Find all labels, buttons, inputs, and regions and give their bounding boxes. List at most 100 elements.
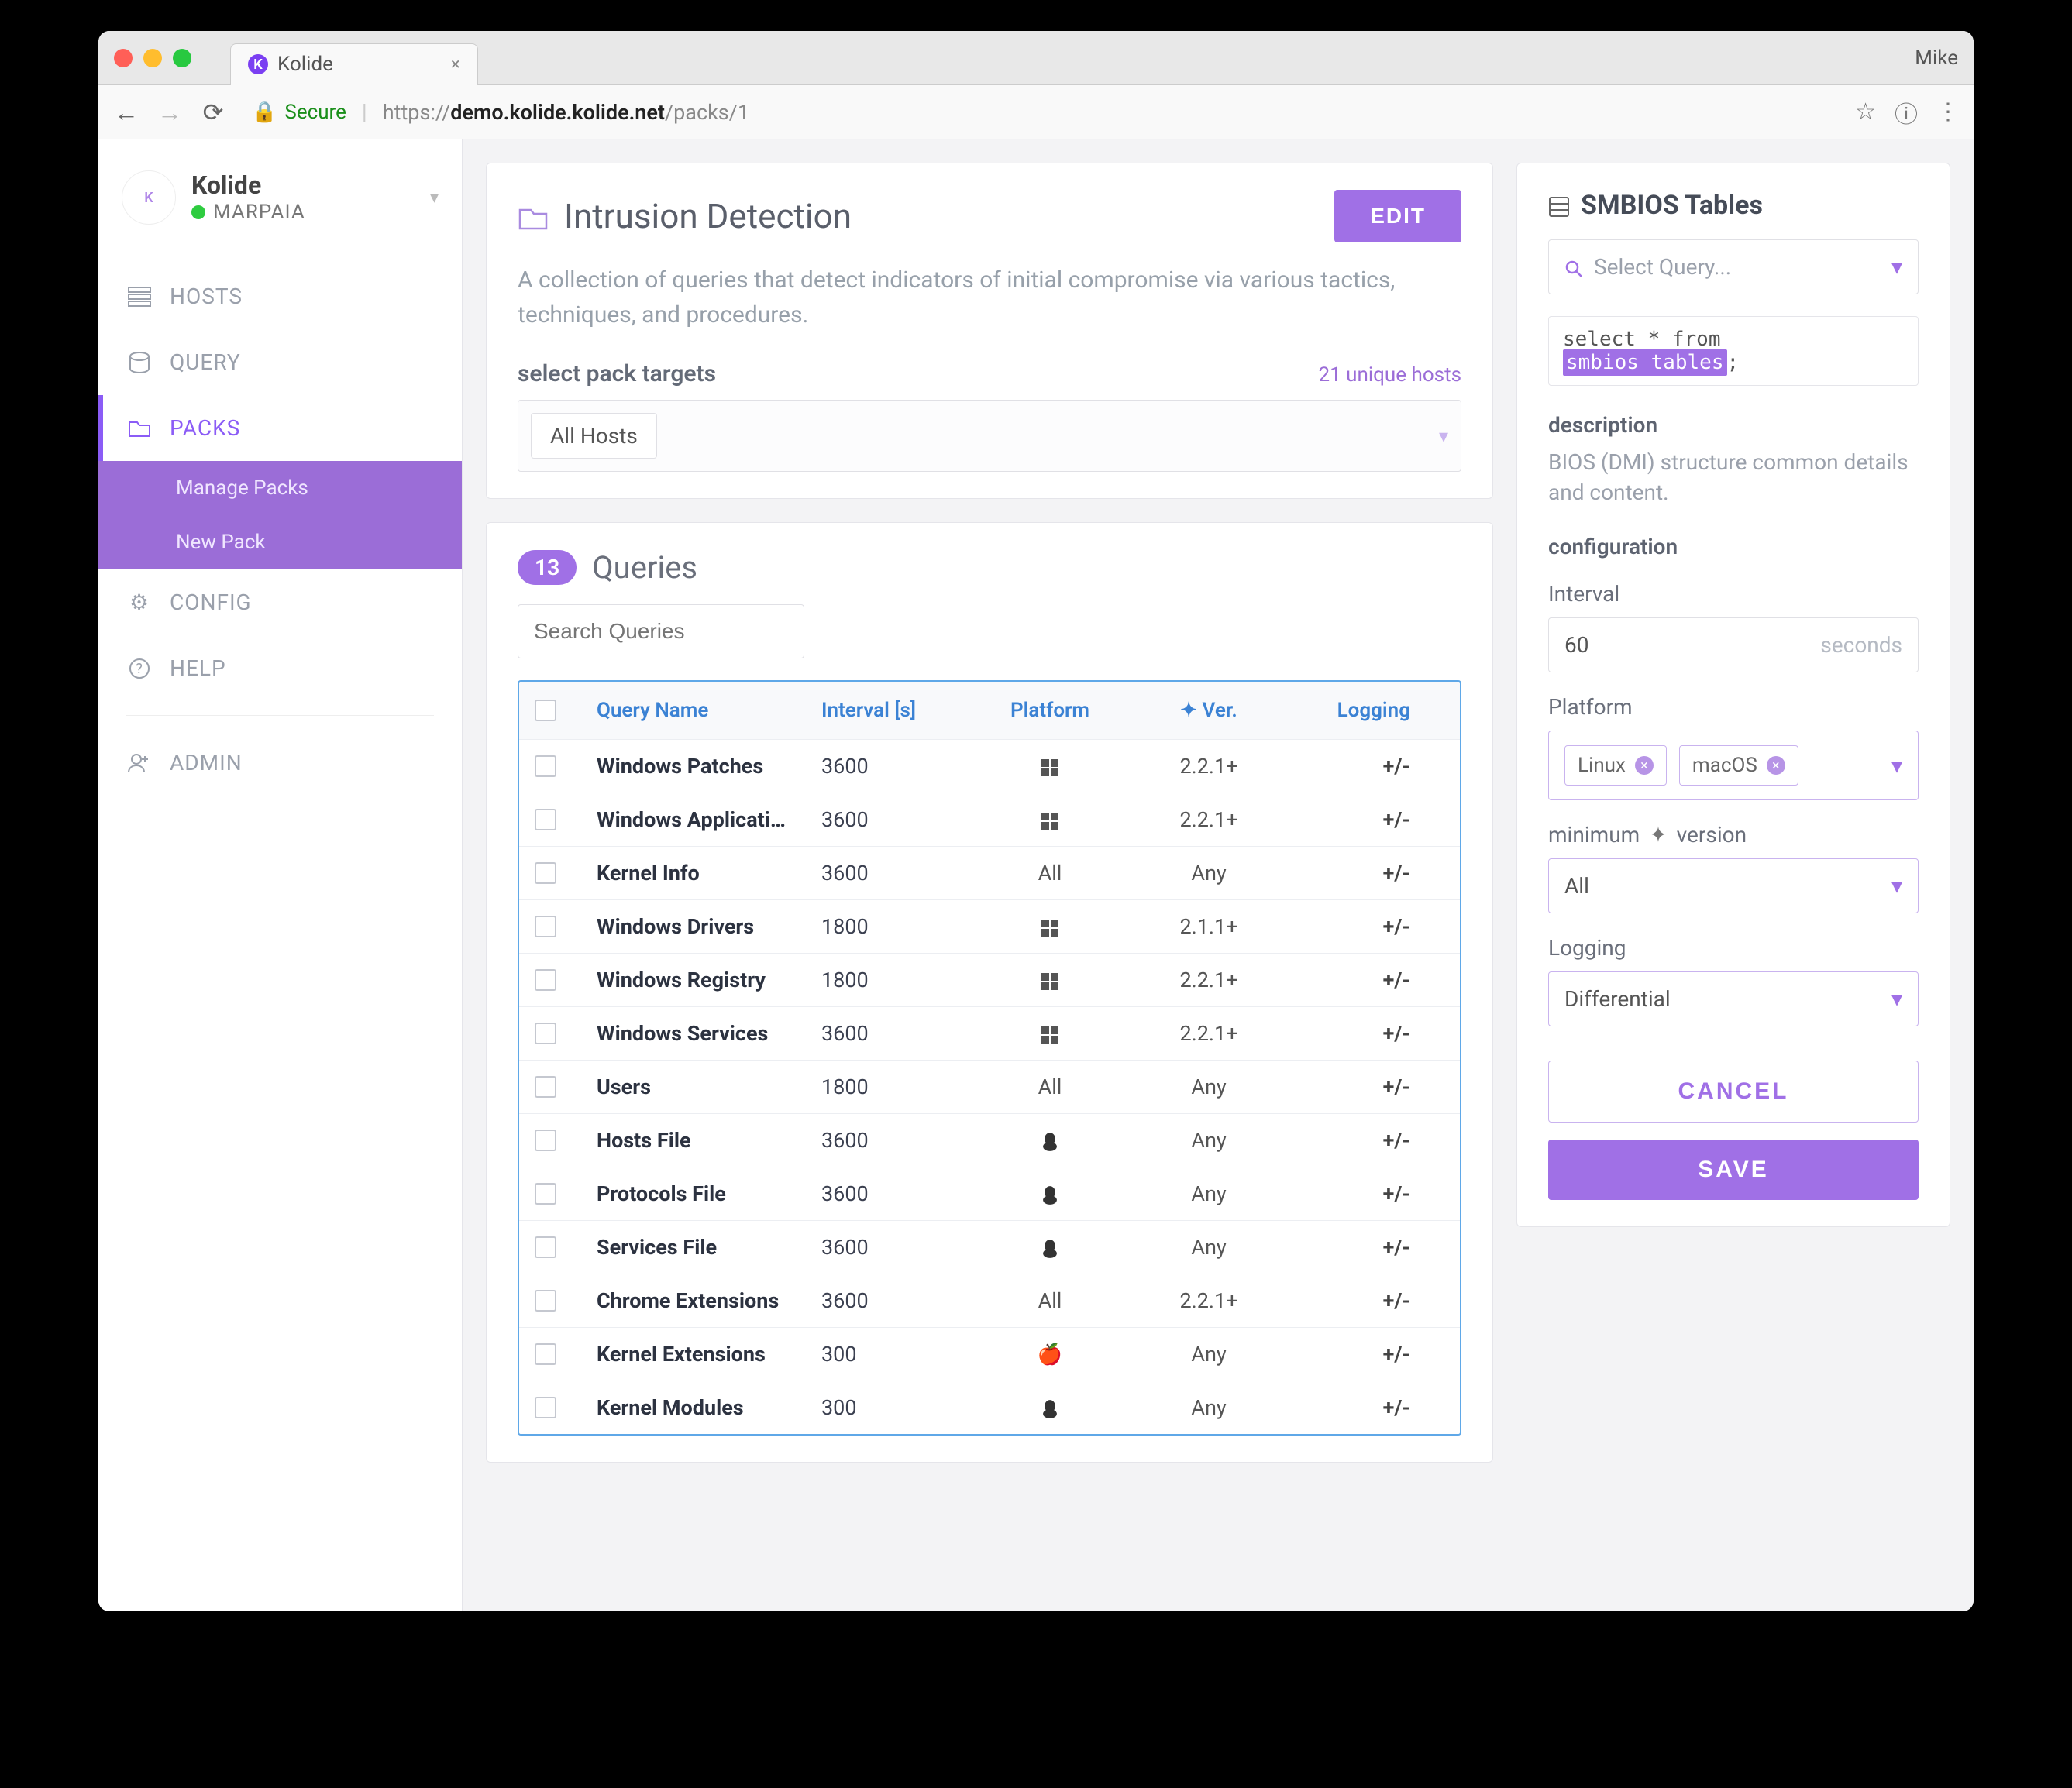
app: K Kolide MARPAIA ▾ HOSTS bbox=[98, 139, 1974, 1611]
remove-chip-icon[interactable]: × bbox=[1767, 756, 1785, 775]
remove-chip-icon[interactable]: × bbox=[1635, 756, 1654, 775]
url-text[interactable]: https://demo.kolide.kolide.net/packs/1 bbox=[383, 100, 749, 125]
col-version[interactable]: ✦ Ver. bbox=[1131, 699, 1286, 722]
pack-header-panel: Intrusion Detection EDIT A collection of… bbox=[486, 163, 1493, 499]
select-placeholder: Select Query... bbox=[1594, 254, 1731, 280]
table-row[interactable]: Windows Registry18002.2.1++/- bbox=[519, 953, 1460, 1006]
min-version-prefix: minimum bbox=[1548, 822, 1640, 848]
row-checkbox[interactable] bbox=[535, 755, 556, 777]
save-button[interactable]: SAVE bbox=[1548, 1140, 1919, 1200]
query-platform bbox=[969, 968, 1131, 992]
query-name: Kernel Modules bbox=[597, 1395, 821, 1420]
secure-indicator[interactable]: 🔒 Secure bbox=[252, 101, 346, 124]
query-logging: +/- bbox=[1286, 807, 1418, 832]
query-interval: 1800 bbox=[821, 968, 969, 992]
edit-button[interactable]: EDIT bbox=[1334, 190, 1461, 242]
col-interval[interactable]: Interval [s] bbox=[821, 699, 969, 722]
row-checkbox[interactable] bbox=[535, 1023, 556, 1044]
table-row[interactable]: Kernel Extensions300🍎Any+/- bbox=[519, 1327, 1460, 1381]
minimize-window-icon[interactable] bbox=[143, 49, 162, 67]
browser-profile[interactable]: Mike bbox=[1915, 46, 1958, 70]
folder-icon bbox=[518, 198, 549, 235]
table-row[interactable]: Windows Services36002.2.1++/- bbox=[519, 1006, 1460, 1060]
subnav-new-pack[interactable]: New Pack bbox=[98, 515, 462, 569]
back-icon[interactable]: ← bbox=[112, 98, 140, 127]
query-version: 2.1.1+ bbox=[1131, 914, 1286, 939]
nav-packs[interactable]: PACKS bbox=[98, 395, 462, 461]
table-row[interactable]: Services File3600Any+/- bbox=[519, 1220, 1460, 1274]
tab-close-icon[interactable]: × bbox=[451, 55, 460, 74]
query-logging: +/- bbox=[1286, 861, 1418, 885]
table-row[interactable]: Windows Applicati…36002.2.1++/- bbox=[519, 793, 1460, 846]
targets-input[interactable]: All Hosts ▾ bbox=[518, 400, 1461, 472]
nav-help[interactable]: ? HELP bbox=[98, 635, 462, 701]
query-interval: 3600 bbox=[821, 1128, 969, 1153]
query-name: Windows Services bbox=[597, 1021, 821, 1046]
close-window-icon[interactable] bbox=[114, 49, 133, 67]
row-checkbox[interactable] bbox=[535, 1183, 556, 1205]
chevron-down-icon[interactable]: ▾ bbox=[430, 188, 439, 208]
browser-window: K Kolide × Mike ← → ⟳ 🔒 Secure | https:/… bbox=[98, 31, 1974, 1611]
info-icon[interactable]: ⓘ bbox=[1895, 95, 1918, 129]
forward-icon[interactable]: → bbox=[156, 98, 184, 127]
query-platform bbox=[969, 754, 1131, 779]
row-checkbox[interactable] bbox=[535, 809, 556, 830]
interval-input[interactable]: 60 seconds bbox=[1548, 617, 1919, 672]
table-row[interactable]: Kernel Modules300Any+/- bbox=[519, 1381, 1460, 1434]
platform-chip[interactable]: Linux× bbox=[1564, 745, 1667, 786]
platform-input[interactable]: Linux×macOS× ▾ bbox=[1548, 731, 1919, 800]
row-checkbox[interactable] bbox=[535, 1397, 556, 1418]
query-name: Kernel Info bbox=[597, 861, 821, 885]
query-version: Any bbox=[1131, 1128, 1286, 1153]
brand[interactable]: K Kolide MARPAIA ▾ bbox=[98, 163, 462, 248]
search-queries-input[interactable] bbox=[518, 604, 804, 658]
row-checkbox[interactable] bbox=[535, 1236, 556, 1258]
brand-org: MARPAIA bbox=[213, 201, 305, 225]
subnav-manage-packs[interactable]: Manage Packs bbox=[98, 461, 462, 515]
row-checkbox[interactable] bbox=[535, 1343, 556, 1365]
bookmark-icon[interactable]: ☆ bbox=[1855, 98, 1876, 126]
reload-icon[interactable]: ⟳ bbox=[199, 98, 227, 127]
query-logging: +/- bbox=[1286, 754, 1418, 779]
nav-admin[interactable]: ADMIN bbox=[98, 730, 462, 796]
row-checkbox[interactable] bbox=[535, 1290, 556, 1312]
config-icon: ⚙ bbox=[126, 592, 153, 614]
col-logging[interactable]: Logging bbox=[1286, 699, 1418, 722]
query-logging: +/- bbox=[1286, 1021, 1418, 1046]
query-interval: 3600 bbox=[821, 754, 969, 779]
chevron-down-icon[interactable]: ▾ bbox=[1439, 425, 1448, 447]
query-logging: +/- bbox=[1286, 1395, 1418, 1420]
browser-menu-icon[interactable]: ⋮ bbox=[1936, 98, 1960, 126]
select-query-dropdown[interactable]: Select Query... ▾ bbox=[1548, 239, 1919, 294]
brand-name: Kolide bbox=[191, 170, 305, 200]
table-row[interactable]: Hosts File3600Any+/- bbox=[519, 1113, 1460, 1167]
platform-chip[interactable]: macOS× bbox=[1679, 745, 1798, 786]
select-all-checkbox[interactable] bbox=[535, 700, 556, 721]
table-row[interactable]: Kernel Info3600AllAny+/- bbox=[519, 846, 1460, 899]
table-row[interactable]: Protocols File3600Any+/- bbox=[519, 1167, 1460, 1220]
row-checkbox[interactable] bbox=[535, 862, 556, 884]
row-checkbox[interactable] bbox=[535, 1130, 556, 1151]
nav-hosts[interactable]: HOSTS bbox=[98, 263, 462, 329]
table-row[interactable]: Windows Drivers18002.1.1++/- bbox=[519, 899, 1460, 953]
cancel-button[interactable]: CANCEL bbox=[1548, 1061, 1919, 1123]
table-row[interactable]: Users1800AllAny+/- bbox=[519, 1060, 1460, 1113]
row-checkbox[interactable] bbox=[535, 916, 556, 937]
osquery-icon: ✦ bbox=[1649, 822, 1667, 848]
row-checkbox[interactable] bbox=[535, 969, 556, 991]
col-platform[interactable]: Platform bbox=[969, 699, 1131, 722]
nav-query[interactable]: QUERY bbox=[98, 329, 462, 395]
query-version: 2.2.1+ bbox=[1131, 807, 1286, 832]
row-checkbox[interactable] bbox=[535, 1076, 556, 1098]
target-chip[interactable]: All Hosts bbox=[531, 413, 657, 459]
col-name[interactable]: Query Name bbox=[597, 699, 821, 722]
query-logging: +/- bbox=[1286, 1342, 1418, 1367]
min-version-select[interactable]: All ▾ bbox=[1548, 858, 1919, 913]
logging-select[interactable]: Differential ▾ bbox=[1548, 971, 1919, 1026]
maximize-window-icon[interactable] bbox=[173, 49, 191, 67]
nav-config[interactable]: ⚙ CONFIG bbox=[98, 569, 462, 635]
table-row[interactable]: Windows Patches36002.2.1++/- bbox=[519, 739, 1460, 793]
table-header: Query Name Interval [s] Platform ✦ Ver. … bbox=[519, 682, 1460, 739]
browser-tab[interactable]: K Kolide × bbox=[230, 43, 478, 85]
table-row[interactable]: Chrome Extensions3600All2.2.1++/- bbox=[519, 1274, 1460, 1327]
